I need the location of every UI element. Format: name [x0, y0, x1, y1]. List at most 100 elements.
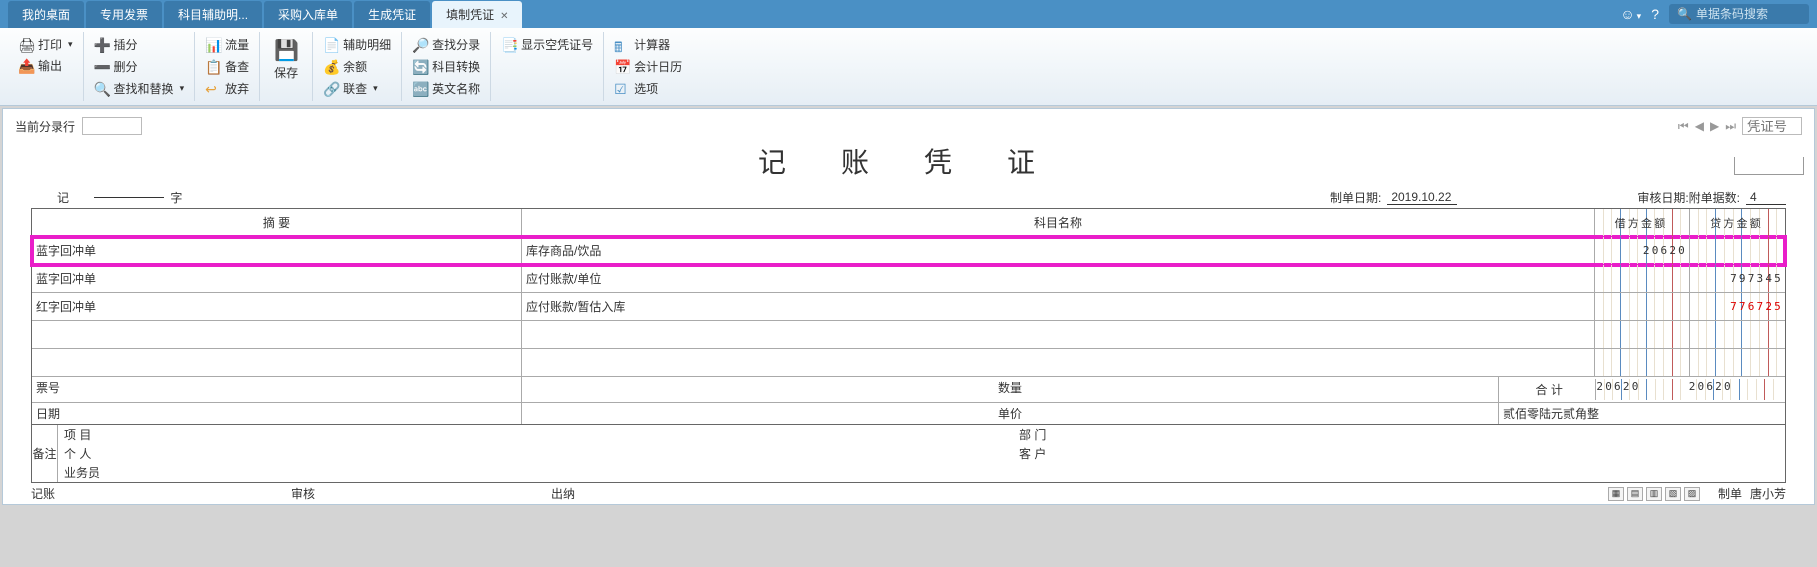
mini-btn-3[interactable]: ▥ [1646, 487, 1662, 501]
cell-summary[interactable]: 蓝字回冲单 [32, 237, 522, 264]
salesman-label: 业务员 [64, 464, 124, 481]
cell-credit[interactable] [1690, 349, 1785, 376]
delete-icon: ➖ [94, 59, 110, 75]
remarks-label: 备注 [32, 425, 58, 482]
total-debit: 20620 [1596, 379, 1688, 400]
col-summary-header: 摘 要 [32, 209, 522, 236]
nav-prev-icon[interactable]: ◀ [1695, 119, 1704, 133]
cell-account[interactable] [522, 349, 1595, 376]
cell-credit[interactable] [1690, 321, 1785, 348]
cell-account[interactable] [522, 321, 1595, 348]
printer-icon: 🖨 [18, 37, 34, 53]
help-icon[interactable]: ? [1651, 6, 1659, 22]
sign-make-label: 制单 [1718, 485, 1742, 502]
save-icon: 💾 [274, 38, 298, 62]
current-row-label: 当前分录行 [15, 118, 75, 135]
cell-debit[interactable] [1595, 293, 1690, 320]
calendar-button[interactable]: 📅会计日历 [610, 56, 686, 77]
tab-fill-voucher[interactable]: 填制凭证✕ [432, 1, 522, 28]
calculator-button[interactable]: 🖩计算器 [610, 34, 686, 55]
cell-summary[interactable] [32, 349, 522, 376]
table-row[interactable] [32, 349, 1785, 377]
flow-button[interactable]: 📊流量 [201, 34, 253, 55]
voucher-word-label: 字 [170, 189, 182, 206]
mini-btn-1[interactable]: ▦ [1608, 487, 1624, 501]
amount-words: 贰佰零陆元贰角整 [1499, 403, 1785, 424]
smile-icon[interactable]: ☺▾ [1620, 6, 1641, 22]
calculator-icon: 🖩 [614, 37, 630, 53]
price-label: 单价 [522, 403, 1499, 424]
cell-account[interactable]: 应付账款/暂估入库 [522, 293, 1595, 320]
cell-account[interactable]: 库存商品/饮品 [522, 237, 1595, 264]
cell-credit[interactable] [1690, 237, 1785, 264]
table-row[interactable]: 蓝字回冲单 应付账款/单位 797345 [32, 265, 1785, 293]
bill-row: 票号 数量 合 计 20620 20620 [32, 377, 1785, 403]
stamp-box [1734, 157, 1804, 175]
convert-icon: 🔄 [412, 59, 428, 75]
cell-summary[interactable]: 蓝字回冲单 [32, 265, 522, 292]
cell-debit[interactable] [1595, 321, 1690, 348]
nav-next-icon[interactable]: ▶ [1710, 119, 1719, 133]
cell-summary[interactable] [32, 321, 522, 348]
cell-account[interactable]: 应付账款/单位 [522, 265, 1595, 292]
tab-invoice[interactable]: 专用发票 [86, 1, 162, 28]
mini-btn-2[interactable]: ▤ [1627, 487, 1643, 501]
tab-purchase-in[interactable]: 采购入库单 [264, 1, 352, 28]
cell-credit[interactable]: 797345 [1690, 265, 1785, 292]
make-date-value[interactable]: 2019.10.22 [1387, 190, 1457, 205]
cell-summary[interactable]: 红字回冲单 [32, 293, 522, 320]
voucher-word-value[interactable] [94, 197, 164, 198]
sign-audit: 审核 [291, 485, 551, 502]
lang-icon: 🔤 [412, 81, 428, 97]
tab-generate-voucher[interactable]: 生成凭证 [354, 1, 430, 28]
english-name-button[interactable]: 🔤英文名称 [408, 78, 484, 99]
barcode-search-input[interactable] [1696, 7, 1801, 21]
flow-icon: 📊 [205, 37, 221, 53]
review-button[interactable]: 📋备查 [201, 56, 253, 77]
tab-account-aux[interactable]: 科目辅助明... [164, 1, 262, 28]
assoc-button[interactable]: 🔗联查▾ [319, 78, 395, 99]
nav-last-icon[interactable]: ⏭ [1725, 119, 1736, 134]
sign-cash: 出纳 [551, 485, 811, 502]
cell-debit[interactable] [1595, 265, 1690, 292]
mini-btn-5[interactable]: ▨ [1684, 487, 1700, 501]
close-icon[interactable]: ✕ [500, 11, 508, 22]
show-empty-button[interactable]: 📑显示空凭证号 [497, 34, 597, 55]
current-row-input[interactable] [82, 117, 142, 135]
table-row[interactable]: 蓝字回冲单 库存商品/饮品 20620 [32, 237, 1785, 265]
nav-first-icon[interactable]: ⏮ [1678, 119, 1689, 134]
abandon-icon: ↩ [205, 81, 221, 97]
date-row: 日期 单价 贰佰零陆元贰角整 [32, 403, 1785, 424]
table-header: 摘 要 科目名称 借方金额 贷方金额 [32, 209, 1785, 237]
voucher-no-input[interactable] [1742, 117, 1802, 135]
attach-value[interactable]: 4 [1746, 190, 1786, 205]
find-replace-button[interactable]: 🔍查找和替换▾ [90, 78, 189, 99]
aux-detail-button[interactable]: 📄辅助明细 [319, 34, 395, 55]
cell-debit[interactable] [1595, 349, 1690, 376]
output-button[interactable]: 📤输出 [14, 55, 77, 76]
balance-button[interactable]: 💰余额 [319, 56, 395, 77]
table-row[interactable] [32, 321, 1785, 349]
audit-date-label: 审核日期: [1637, 189, 1688, 206]
maker-name: 唐小芳 [1750, 485, 1786, 502]
find-entry-button[interactable]: 🔎查找分录 [408, 34, 484, 55]
voucher-type-label: 记 [57, 189, 69, 206]
tab-desktop[interactable]: 我的桌面 [8, 1, 84, 28]
account-convert-button[interactable]: 🔄科目转换 [408, 56, 484, 77]
insert-row-button[interactable]: ➕插分 [90, 34, 189, 55]
options-button[interactable]: ☑选项 [610, 78, 686, 99]
abandon-button[interactable]: ↩放弃 [201, 78, 253, 99]
table-row[interactable]: 红字回冲单 应付账款/暂估入库 776725 [32, 293, 1785, 321]
delete-row-button[interactable]: ➖删分 [90, 56, 189, 77]
save-button[interactable]: 💾保存 [266, 34, 306, 85]
barcode-search[interactable]: 🔍 [1669, 4, 1809, 24]
cell-debit[interactable]: 20620 [1595, 237, 1690, 264]
calendar-icon: 📅 [614, 59, 630, 75]
total-credit: 20620 [1689, 379, 1781, 400]
col-account-header: 科目名称 [522, 209, 1595, 236]
ribbon: 🖨打印▾ 📤输出 ➕插分 ➖删分 🔍查找和替换▾ 📊流量 📋备查 ↩放弃 💾保存… [0, 28, 1817, 106]
print-button[interactable]: 🖨打印▾ [14, 34, 77, 55]
mini-btn-4[interactable]: ▧ [1665, 487, 1681, 501]
empty-voucher-icon: 📑 [501, 37, 517, 53]
cell-credit[interactable]: 776725 [1690, 293, 1785, 320]
